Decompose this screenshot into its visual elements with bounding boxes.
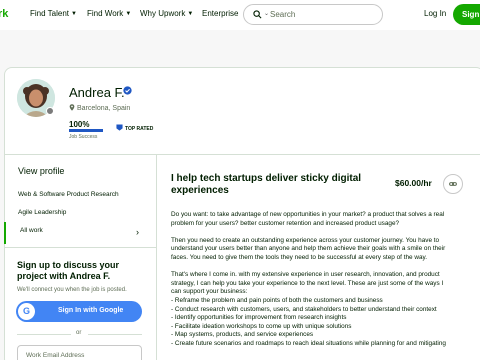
search-icon bbox=[253, 10, 262, 19]
location-pin-icon bbox=[69, 104, 75, 111]
top-rated-badge-icon bbox=[116, 124, 123, 131]
signup-title: Sign up to discuss your project with And… bbox=[17, 260, 120, 281]
nav-why-upwork[interactable]: Why Upwork ▼ bbox=[140, 9, 193, 18]
description-line: understand your users better than anyone… bbox=[171, 245, 446, 253]
copy-link-button[interactable] bbox=[443, 174, 463, 194]
job-success-bar bbox=[69, 129, 103, 132]
signup-subtitle: We'll connect you when the job is posted… bbox=[17, 287, 127, 293]
nav-find-work[interactable]: Find Work ▼ bbox=[87, 9, 131, 18]
description-line: - Reframe the problem and pain points of… bbox=[171, 297, 383, 304]
link-icon bbox=[449, 182, 457, 186]
description-line: - Conduct research with customers, users… bbox=[171, 305, 437, 313]
login-link[interactable]: Log In bbox=[424, 9, 446, 18]
verified-badge-icon bbox=[123, 86, 132, 95]
upwork-logo[interactable]: rk bbox=[0, 8, 8, 20]
google-signin-label: Sign In with Google bbox=[58, 307, 124, 314]
description-line: - Facilitate ideation workshops to come … bbox=[171, 322, 352, 330]
sidebar-divider bbox=[4, 247, 156, 248]
chevron-down-icon[interactable]: ⌄ bbox=[264, 10, 269, 17]
email-field[interactable] bbox=[17, 345, 142, 360]
description-line: Do you want: to take advantage of new op… bbox=[171, 211, 445, 218]
or-text: or bbox=[76, 330, 82, 336]
chevron-down-icon: ▼ bbox=[187, 11, 194, 17]
top-nav: rk Find Talent ▼ Find Work ▼ Why Upwork ▼ E… bbox=[0, 0, 480, 30]
nav-find-talent[interactable]: Find Talent ▼ bbox=[30, 9, 77, 18]
description-line: That's where I come in. with my extensiv… bbox=[171, 271, 440, 279]
description-line: strategy, I can help you take your exper… bbox=[171, 279, 444, 287]
column-divider bbox=[156, 155, 157, 360]
profile-name: Andrea F. bbox=[69, 85, 125, 100]
profile-location: Barcelona, Spain bbox=[69, 104, 130, 112]
description-line: - Map systems, products, and service exp… bbox=[171, 331, 314, 339]
sidebar-item-agile-leadership[interactable]: Agile Leadership bbox=[18, 209, 66, 216]
status-indicator bbox=[46, 107, 54, 115]
hourly-rate: $60.00/hr bbox=[395, 178, 432, 188]
description-line: - Create future scenarios and roadmaps t… bbox=[171, 340, 446, 347]
chevron-down-icon: ▼ bbox=[125, 11, 132, 17]
job-success-value: 100% bbox=[69, 120, 90, 129]
search-box[interactable]: ⌄ bbox=[243, 4, 383, 25]
section-divider bbox=[4, 154, 480, 155]
description-line: faces. You need to give them the tools t… bbox=[171, 254, 428, 261]
top-rated-badge: TOP RATED bbox=[116, 124, 153, 132]
description-line: - Identify opportunities for improvement… bbox=[171, 314, 347, 322]
nav-enterprise[interactable]: Enterprise bbox=[202, 9, 238, 18]
signup-button[interactable]: Sign bbox=[453, 4, 480, 25]
sidebar-item-all-work[interactable]: All work bbox=[4, 222, 156, 244]
description-line: problem for your users? better customer … bbox=[171, 219, 400, 227]
job-success-fill bbox=[69, 129, 103, 132]
job-success-label: Job Success bbox=[69, 134, 98, 140]
google-signin-button[interactable]: G Sign In with Google bbox=[16, 301, 142, 322]
or-divider-left bbox=[17, 334, 71, 335]
search-input[interactable] bbox=[270, 8, 378, 21]
chevron-right-icon: › bbox=[136, 227, 139, 237]
sidebar-item-web-software-product-research[interactable]: Web & Software Product Research bbox=[18, 191, 119, 198]
profile-headline: I help tech startups deliver sticky digi… bbox=[171, 173, 362, 196]
google-icon: G bbox=[18, 303, 35, 320]
or-divider-right bbox=[88, 334, 142, 335]
description-line: Then you need to create an outstanding e… bbox=[171, 236, 440, 244]
description-line: can support your business: bbox=[171, 288, 248, 296]
view-profile-heading: View profile bbox=[18, 166, 65, 176]
chevron-down-icon: ▼ bbox=[71, 11, 77, 17]
